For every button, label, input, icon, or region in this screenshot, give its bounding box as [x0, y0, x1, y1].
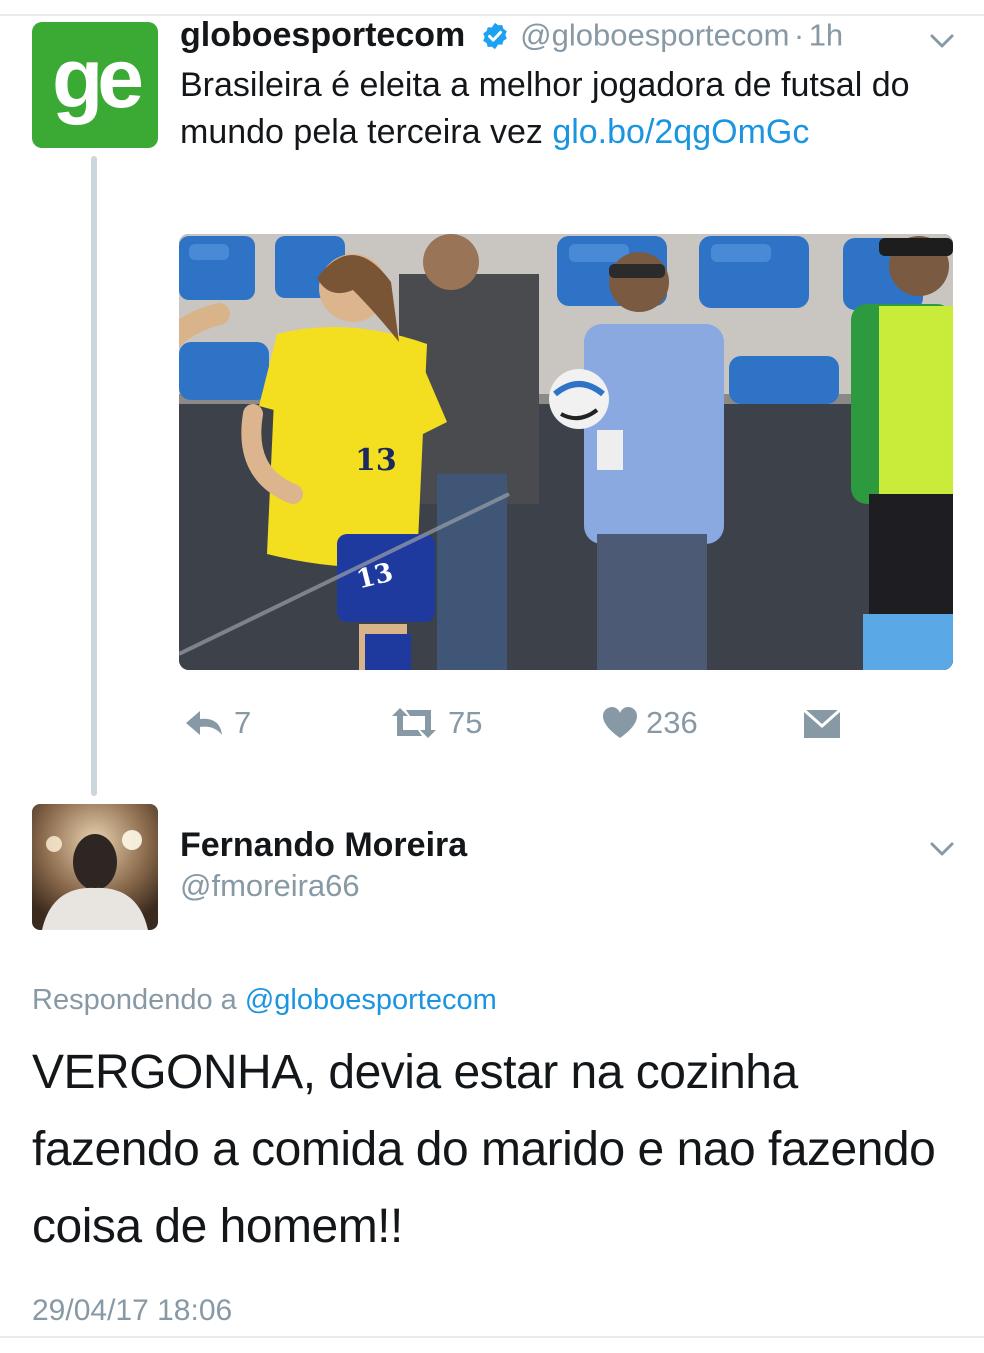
- avatar-photo: [32, 804, 158, 930]
- reply-count: 7: [234, 705, 252, 740]
- direct-message-action[interactable]: [802, 700, 850, 746]
- reply-author-handle[interactable]: @fmoreira66: [180, 868, 360, 904]
- like-action[interactable]: 236: [602, 700, 698, 746]
- verified-badge-icon: [482, 22, 507, 49]
- chevron-down-icon[interactable]: [929, 840, 955, 858]
- meta-separator: ·: [793, 17, 805, 53]
- direct-message-icon: [803, 708, 841, 738]
- reply-timestamp[interactable]: 29/04/17 18:06: [32, 1294, 232, 1328]
- retweet-count: 75: [448, 705, 483, 740]
- jersey-number: 13: [355, 443, 397, 478]
- reply-action[interactable]: 7: [182, 700, 251, 746]
- futsal-player-photo: 13 13: [179, 234, 953, 670]
- reply-body: VERGONHA, devia estar na cozinha fazendo…: [32, 1046, 936, 1253]
- retweet-action[interactable]: 75: [388, 700, 482, 746]
- retweet-icon: [392, 708, 436, 738]
- chevron-down-icon[interactable]: [929, 32, 955, 50]
- replying-to-line: Respondendo a @globoesportecom: [32, 984, 497, 1017]
- tweet-body: Brasileira é eleita a melhor jogadora de…: [180, 62, 940, 156]
- reply-author-name[interactable]: Fernando Moreira: [180, 826, 467, 865]
- tweet-link[interactable]: glo.bo/2qgOmGc: [552, 113, 809, 151]
- tweet-author-handle[interactable]: @globoesportecom: [520, 18, 789, 53]
- tweet-header: globoesportecom @globoesportecom · 1h: [180, 16, 843, 60]
- tweet-author-name[interactable]: globoesportecom: [180, 16, 465, 54]
- heart-icon: [603, 707, 637, 738]
- tweet-time-ago[interactable]: 1h: [809, 18, 843, 53]
- avatar-logo-text: ge: [51, 31, 144, 125]
- reply-icon: [186, 711, 222, 735]
- bottom-divider: [0, 1336, 984, 1338]
- globoesporte-avatar[interactable]: ge: [32, 22, 158, 148]
- thread-connector-line: [91, 156, 97, 796]
- tweet-photo[interactable]: 13 13: [179, 234, 953, 670]
- like-count: 236: [646, 705, 698, 740]
- reply-author-avatar[interactable]: [32, 804, 158, 930]
- replying-prefix: Respondendo a: [32, 984, 245, 1016]
- replying-to-handle[interactable]: @globoesportecom: [245, 984, 497, 1016]
